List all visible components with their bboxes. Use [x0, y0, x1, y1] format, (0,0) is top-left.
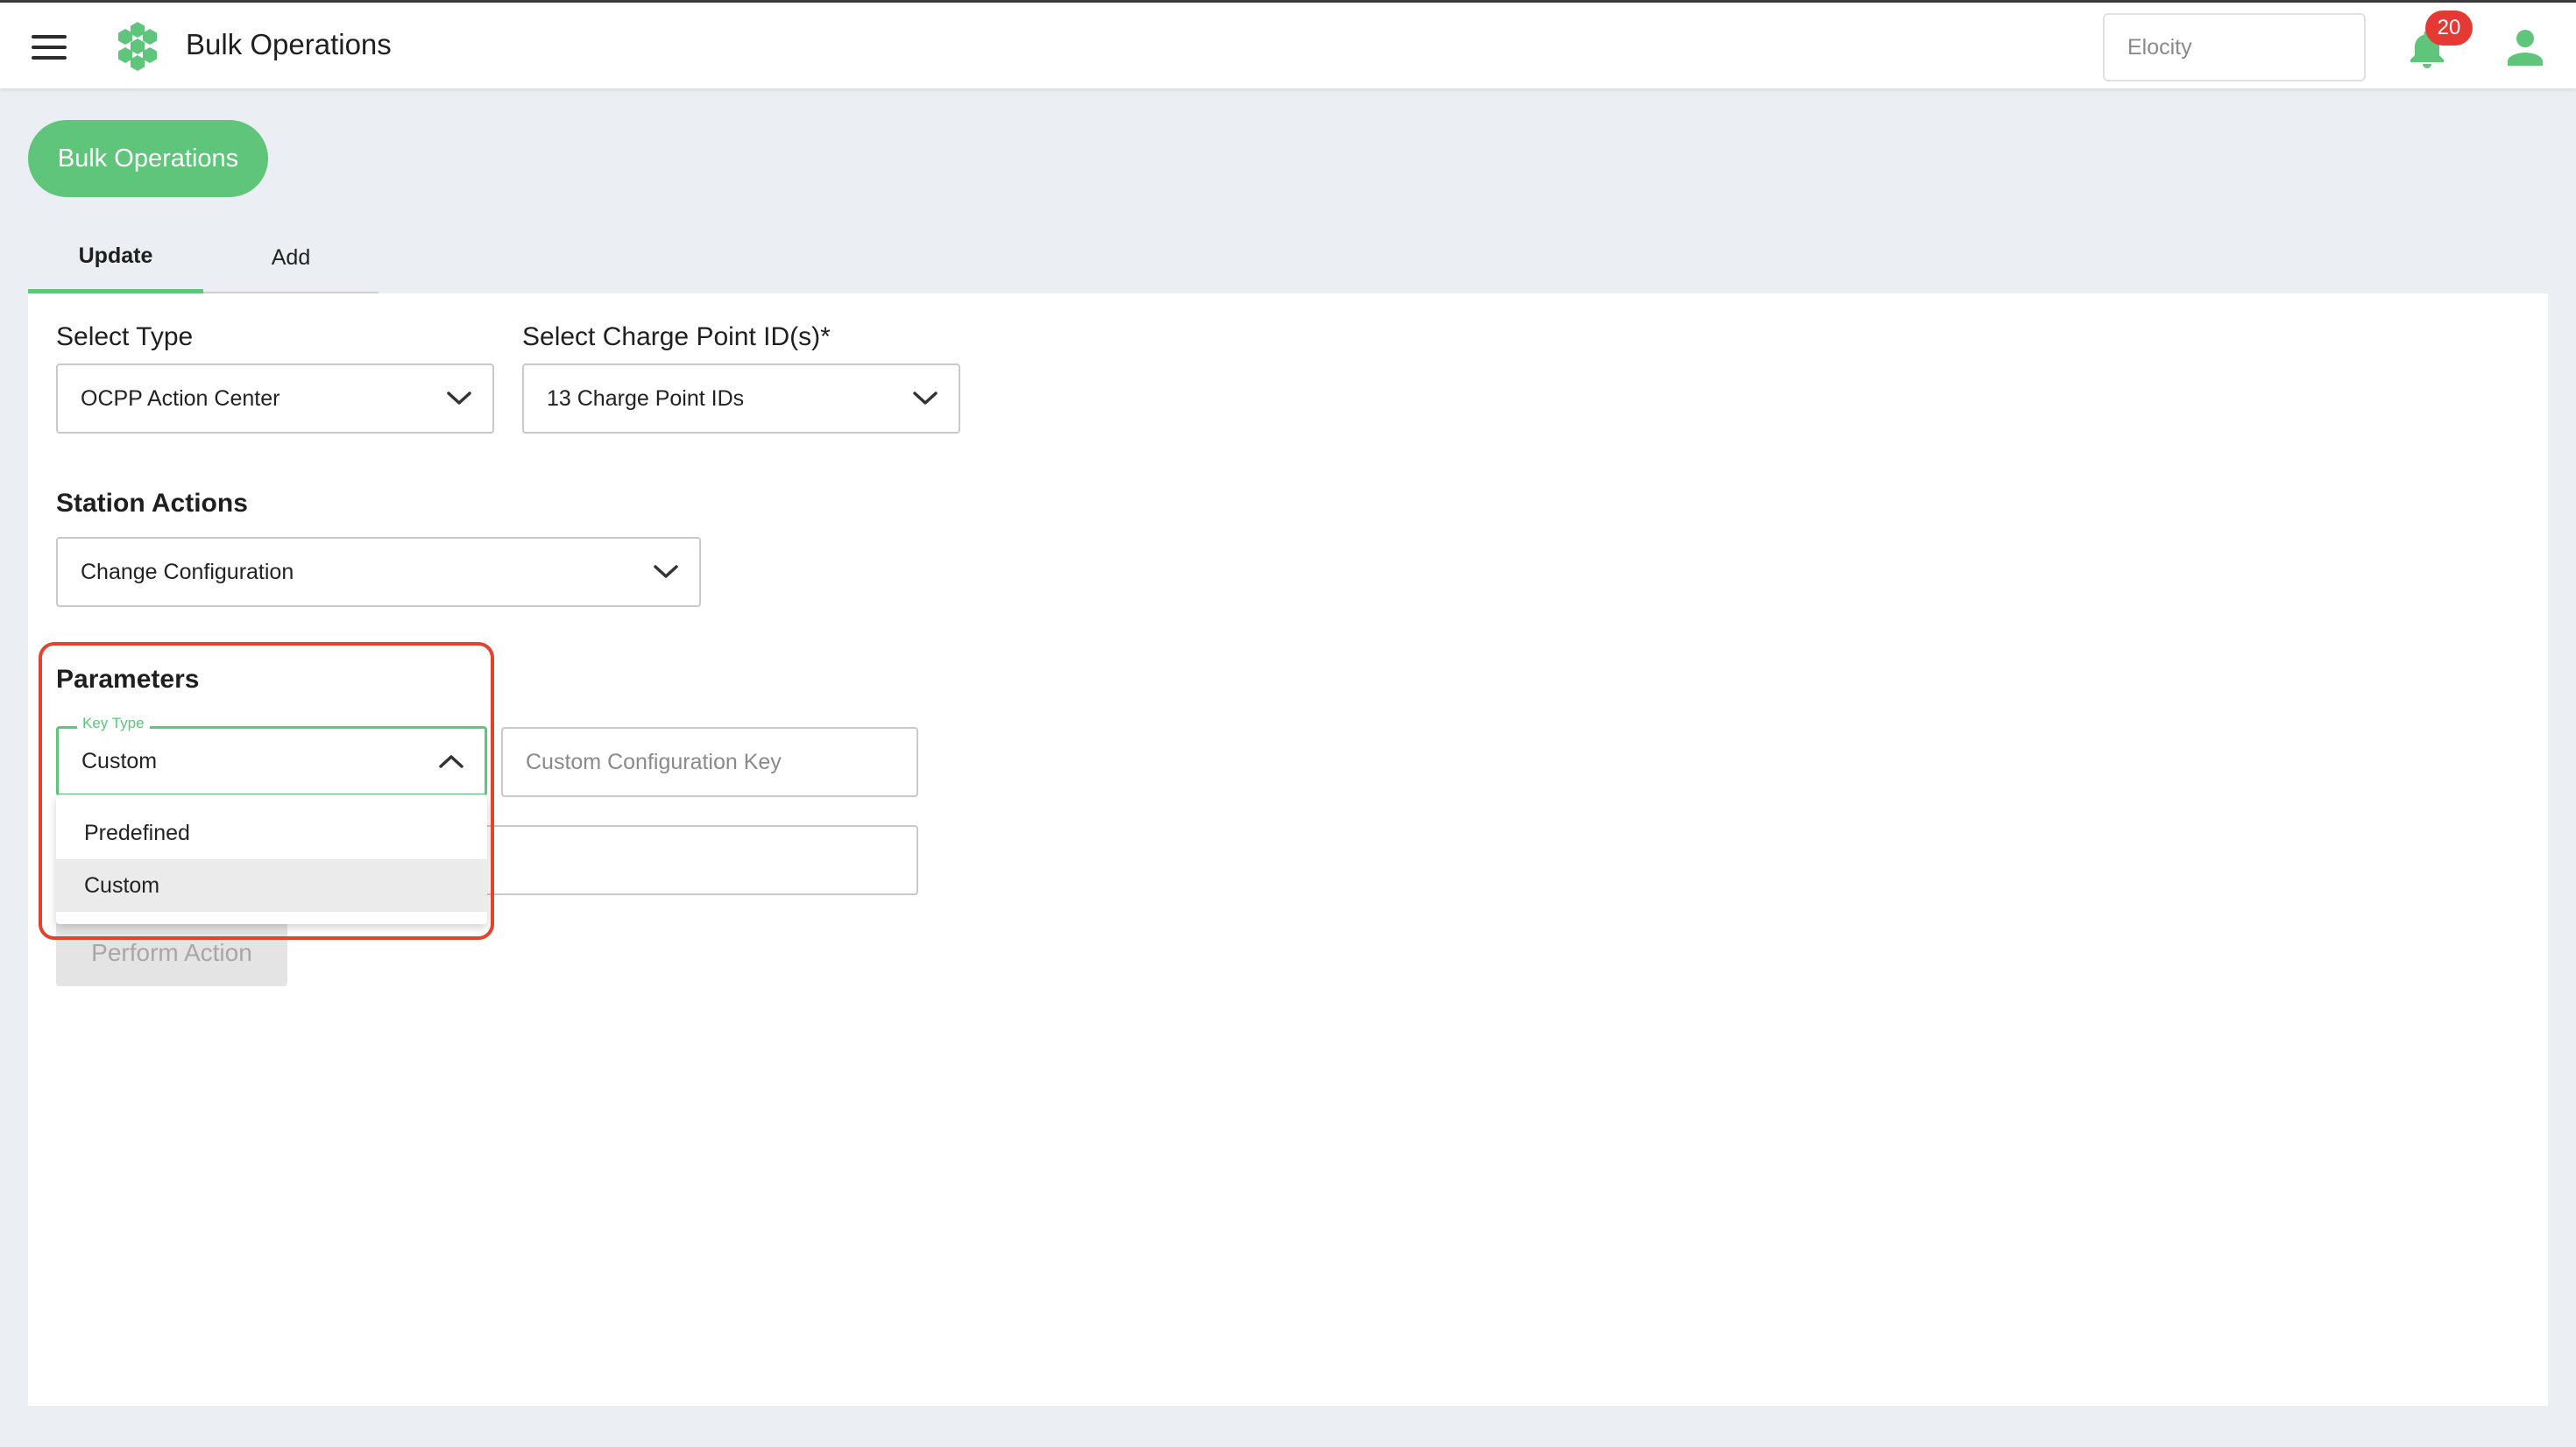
- key-type-options-menu: Predefined Custom: [56, 794, 487, 924]
- station-actions-value: Change Configuration: [81, 559, 294, 584]
- option-custom[interactable]: Custom: [56, 859, 487, 912]
- key-type-legend: Key Type: [77, 715, 150, 732]
- app-title: Bulk Operations: [186, 28, 392, 60]
- tab-bar: Update Add: [28, 223, 379, 293]
- tab-update[interactable]: Update: [28, 223, 203, 293]
- select-type-dropdown[interactable]: OCPP Action Center: [56, 364, 494, 434]
- menu-icon[interactable]: [32, 35, 67, 60]
- chevron-up-icon: [439, 754, 464, 768]
- tab-add[interactable]: Add: [203, 223, 379, 293]
- chevron-down-icon: [913, 392, 938, 406]
- select-type-value: OCPP Action Center: [81, 385, 280, 411]
- charge-point-dropdown[interactable]: 13 Charge Point IDs: [522, 364, 960, 434]
- station-actions-label: Station Actions: [56, 489, 248, 518]
- chevron-down-icon: [447, 392, 471, 406]
- select-type-label: Select Type: [56, 322, 194, 351]
- top-app-bar: Bulk Operations Elocity 20: [0, 0, 2576, 88]
- chevron-down-icon: [654, 565, 678, 579]
- notification-badge: 20: [2425, 11, 2473, 46]
- parameters-label: Parameters: [56, 665, 200, 694]
- logo-icon: [118, 22, 157, 71]
- user-account-icon[interactable]: [2508, 29, 2543, 66]
- custom-configuration-key-input[interactable]: Custom Configuration Key: [501, 727, 918, 797]
- charge-point-label: Select Charge Point ID(s)*: [522, 322, 831, 351]
- station-actions-dropdown[interactable]: Change Configuration: [56, 537, 701, 607]
- key-type-select[interactable]: Custom: [56, 726, 487, 796]
- charge-point-value: 13 Charge Point IDs: [547, 385, 745, 411]
- organization-selector[interactable]: Elocity: [2103, 13, 2366, 81]
- bulk-operations-button[interactable]: Bulk Operations: [28, 120, 268, 197]
- perform-action-button[interactable]: Perform Action: [56, 920, 287, 986]
- configuration-value-input[interactable]: [473, 825, 918, 895]
- key-type-value: Custom: [81, 748, 158, 773]
- option-predefined[interactable]: Predefined: [56, 807, 487, 859]
